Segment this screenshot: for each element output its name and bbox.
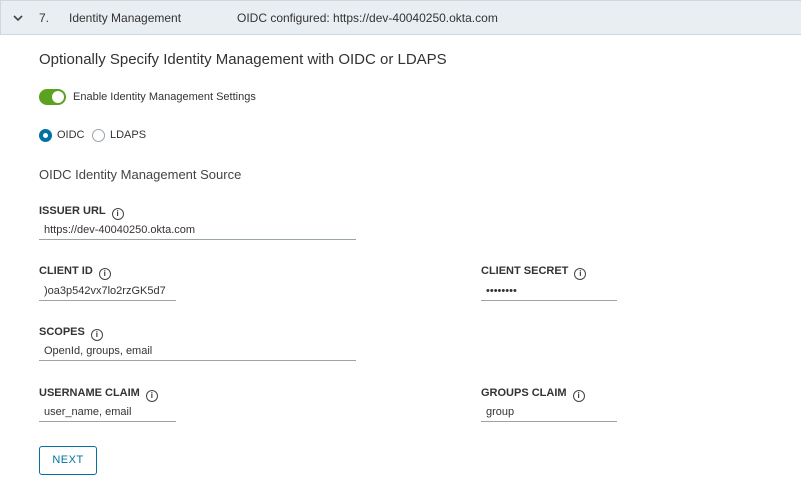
info-icon[interactable]: i — [145, 390, 158, 402]
client-id-input[interactable]: )oa3p542vx7lo2rzGK5d7 — [39, 283, 176, 301]
issuer-url-input[interactable]: https://dev-40040250.okta.com — [39, 222, 356, 240]
username-claim-label-text: USERNAME CLAIM — [39, 387, 140, 399]
next-button[interactable]: NEXT — [39, 446, 97, 475]
page-title: Optionally Specify Identity Management w… — [39, 51, 447, 68]
toggle-label: Enable Identity Management Settings — [73, 91, 256, 103]
groups-claim-label: GROUPS CLAIM i — [481, 387, 585, 402]
info-icon[interactable]: i — [90, 329, 103, 341]
groups-claim-label-text: GROUPS CLAIM — [481, 387, 567, 399]
client-secret-label-text: CLIENT SECRET — [481, 265, 569, 277]
toggle-knob — [52, 91, 64, 103]
step-number: 7. — [39, 11, 50, 25]
scopes-label: SCOPES i — [39, 326, 103, 341]
info-icon[interactable]: i — [572, 390, 585, 402]
section-title: OIDC Identity Management Source — [39, 167, 242, 182]
oidc-radio-label[interactable]: OIDC — [57, 129, 85, 141]
info-icon[interactable]: i — [111, 208, 124, 220]
client-id-label: CLIENT ID i — [39, 265, 111, 280]
client-secret-label: CLIENT SECRET i — [481, 265, 587, 280]
ldaps-radio-label[interactable]: LDAPS — [110, 129, 146, 141]
client-secret-input[interactable]: •••••••• — [481, 283, 617, 301]
groups-claim-input[interactable]: group — [481, 404, 617, 422]
step-status: OIDC configured: https://dev-40040250.ok… — [237, 11, 498, 25]
oidc-radio[interactable] — [39, 129, 52, 142]
scopes-input[interactable]: OpenId, groups, email — [39, 343, 356, 361]
username-claim-label: USERNAME CLAIM i — [39, 387, 158, 402]
step-header[interactable]: 7. Identity Management OIDC configured: … — [0, 0, 801, 35]
info-icon[interactable]: i — [98, 268, 111, 280]
scopes-label-text: SCOPES — [39, 326, 85, 338]
client-id-label-text: CLIENT ID — [39, 265, 93, 277]
step-title: Identity Management — [69, 11, 182, 25]
issuer-url-label: ISSUER URL i — [39, 205, 124, 220]
username-claim-input[interactable]: user_name, email — [39, 404, 176, 422]
chevron-down-icon[interactable] — [12, 12, 24, 24]
enable-identity-management-toggle[interactable] — [39, 89, 66, 105]
info-icon[interactable]: i — [574, 268, 587, 280]
ldaps-radio[interactable] — [92, 129, 105, 142]
issuer-url-label-text: ISSUER URL — [39, 205, 106, 217]
